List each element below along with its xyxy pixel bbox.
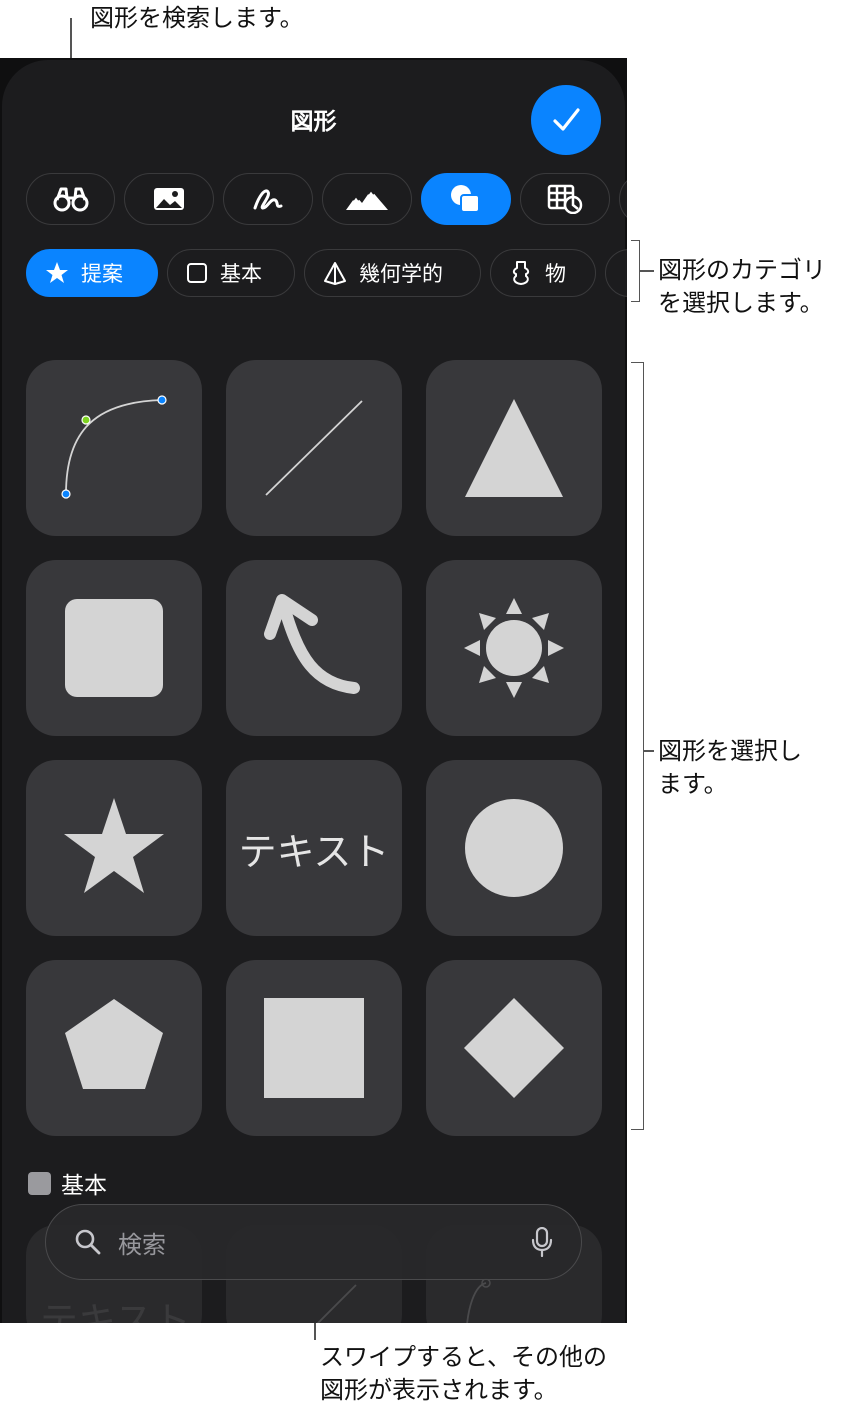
square-icon [187, 263, 207, 283]
media-tool-button[interactable] [322, 173, 412, 225]
binoculars-icon [53, 187, 88, 212]
shape-tile-rounded-square[interactable] [26, 560, 202, 736]
shapes-icon [451, 185, 480, 213]
shape-tile-curve[interactable] [26, 360, 202, 536]
shape-tile-diamond[interactable] [426, 960, 602, 1136]
category-chip-label: 基本 [220, 262, 262, 286]
search-tool-button[interactable] [26, 173, 115, 225]
table-chart-tool-button[interactable] [520, 173, 610, 225]
shape-tile-sun[interactable] [426, 560, 602, 736]
shape-tile-pentagon[interactable] [26, 960, 202, 1136]
shape-tile-line[interactable] [226, 360, 402, 536]
photo-icon [154, 188, 184, 210]
callout-category-line1: 図形のカテゴリ [658, 256, 826, 284]
partial-text-shape-label: テキスト [40, 1299, 191, 1323]
line-shape [265, 400, 363, 496]
category-chip-suggested[interactable]: 提案 [26, 249, 158, 297]
search-field[interactable]: 検索 [45, 1204, 582, 1280]
shape-tile-curved-arrow[interactable] [226, 560, 402, 736]
sun-shape [464, 598, 564, 698]
bracket-select [631, 362, 644, 1130]
photo-tool-button[interactable] [124, 173, 214, 225]
pentagon-shape [65, 999, 163, 1089]
drawing-tool-button[interactable] [223, 173, 313, 225]
callout-select-line1: 図形を選択し [658, 737, 802, 765]
category-chip-objects[interactable]: 物 [490, 249, 596, 297]
microphone-icon[interactable] [531, 1227, 553, 1257]
leader-line-category [640, 270, 654, 272]
section-square-icon [28, 1171, 51, 1195]
shape-tile-text[interactable]: テキスト [226, 760, 402, 936]
checkmark-icon [553, 108, 580, 131]
shape-tile-star[interactable] [26, 760, 202, 936]
callout-swipe-line2: 図形が表示されます。 [320, 1376, 558, 1404]
callout-category-line2: を選択します。 [658, 289, 824, 317]
bracket-category [631, 240, 640, 302]
callout-search-shapes: 図形を検索します。 [90, 4, 304, 32]
category-chip-label: 提案 [81, 262, 123, 286]
star-shape [64, 798, 164, 893]
callout-select-line2: ます。 [658, 770, 728, 798]
mountains-icon [346, 188, 388, 210]
curve-shape [61, 395, 167, 499]
search-placeholder: 検索 [118, 1230, 166, 1259]
phone-screen: 図形 提案 基本 幾何学的 物 テキスト 基本 テキスト 検索 [0, 58, 627, 1323]
table-chart-icon [547, 184, 583, 214]
callout-swipe-line1: スワイプすると、その他の [320, 1343, 608, 1371]
category-chip-label: 幾何学的 [359, 262, 443, 286]
leader-line-select [644, 750, 654, 752]
section-label: 基本 [61, 1173, 107, 1199]
shape-tile-circle[interactable] [426, 760, 602, 936]
curved-arrow-shape [264, 594, 360, 694]
search-icon [75, 1229, 101, 1255]
section-header-basic: 基本 [28, 1166, 107, 1200]
category-chip-basic[interactable]: 基本 [167, 249, 295, 297]
shapes-tool-button[interactable] [421, 173, 511, 225]
circle-shape [465, 799, 563, 897]
shape-tile-triangle[interactable] [426, 360, 602, 536]
text-shape-label: テキスト [238, 829, 390, 874]
category-chip-geometric[interactable]: 幾何学的 [304, 249, 481, 297]
pyramid-icon [324, 262, 346, 285]
diamond-shape [464, 998, 564, 1098]
object-icon [512, 261, 530, 285]
star-icon [46, 262, 68, 283]
square-shape [264, 998, 364, 1098]
shape-tile-square[interactable] [226, 960, 402, 1136]
done-button[interactable] [531, 85, 601, 155]
rounded-square-shape [65, 599, 163, 697]
category-chip-label: 物 [545, 262, 566, 286]
triangle-shape [465, 399, 563, 497]
scribble-icon [253, 189, 283, 210]
